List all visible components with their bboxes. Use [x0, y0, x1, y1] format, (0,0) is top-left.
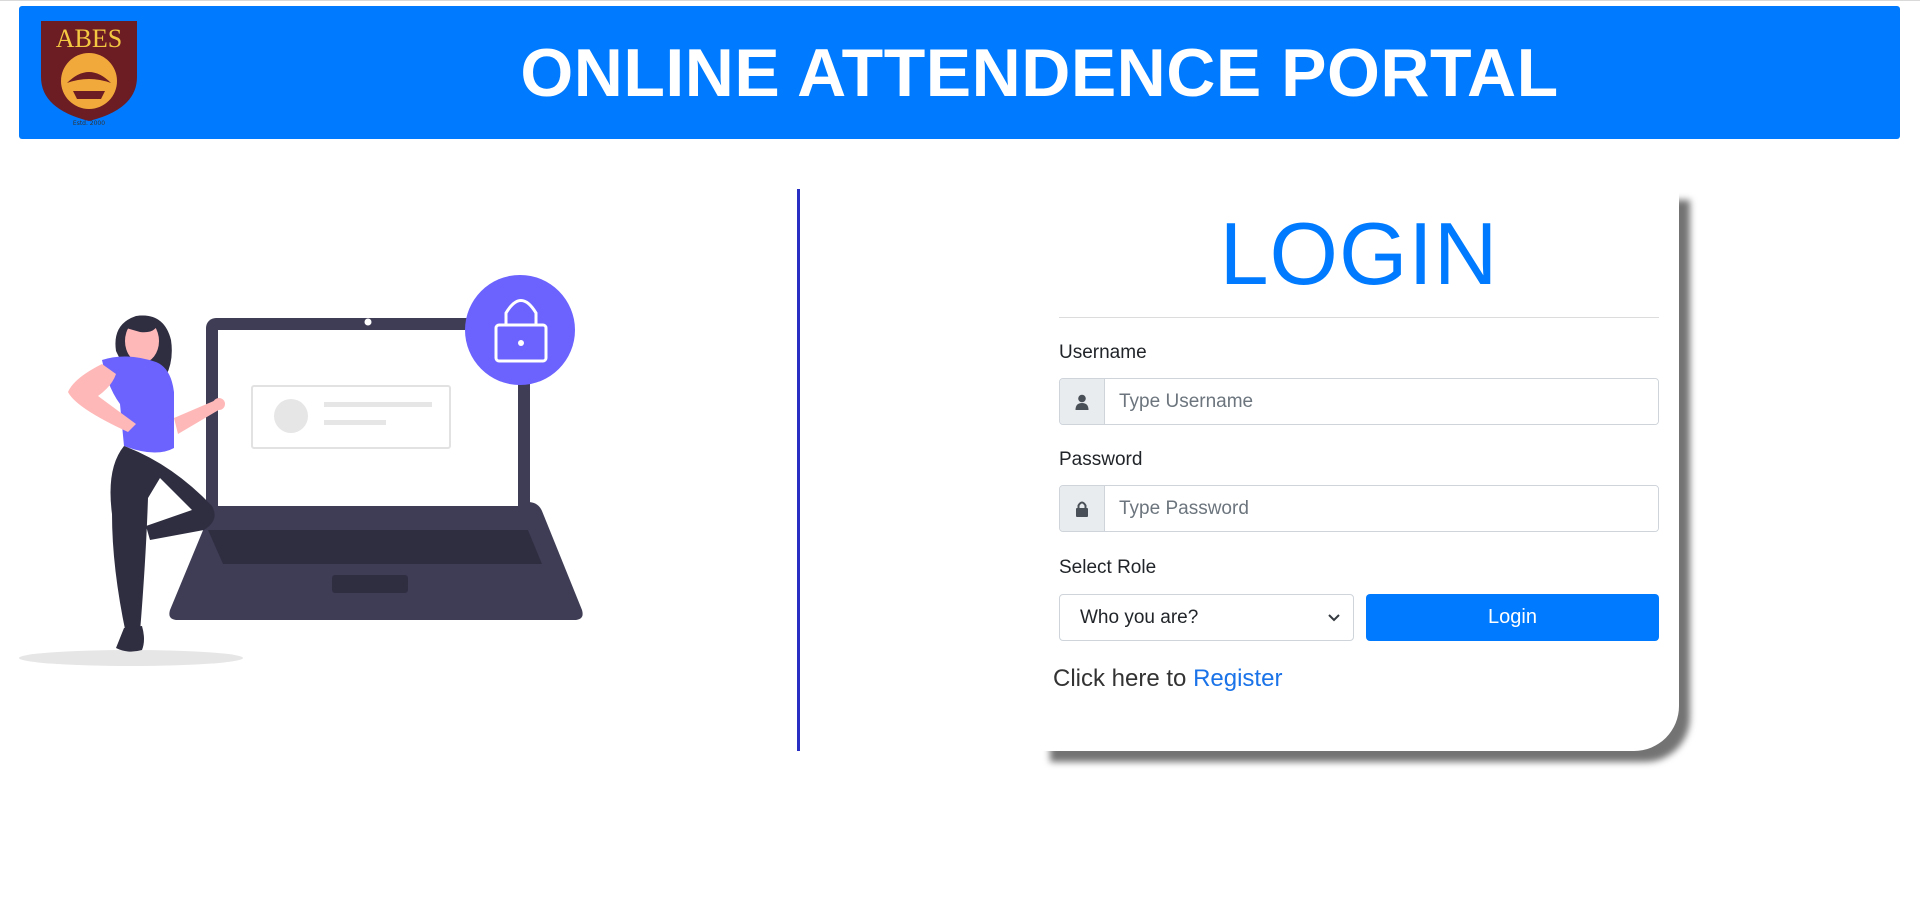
- username-input[interactable]: [1105, 379, 1658, 424]
- top-rule: [0, 0, 1920, 1]
- page-title: ONLINE ATTENDENCE PORTAL: [520, 34, 1559, 111]
- logo-text: ABES: [56, 24, 122, 53]
- user-icon: [1060, 379, 1105, 424]
- login-title: LOGIN: [1219, 204, 1499, 303]
- register-line: Click here to Register: [1053, 665, 1282, 693]
- login-illustration: [19, 275, 583, 666]
- chevron-down-icon: [1328, 614, 1340, 622]
- login-button[interactable]: Login: [1366, 594, 1659, 641]
- register-link[interactable]: Register: [1193, 665, 1282, 692]
- role-label: Select Role: [1059, 557, 1157, 578]
- login-card: LOGIN Username Password Select Role Who …: [1039, 189, 1679, 751]
- role-selected-value: Who you are?: [1080, 606, 1199, 628]
- title-divider: [1059, 317, 1659, 318]
- logo-subtext: Estd. 2000: [73, 120, 105, 127]
- role-select[interactable]: Who you are?: [1059, 594, 1354, 641]
- lock-icon: [1060, 486, 1105, 531]
- vertical-divider: [797, 189, 800, 751]
- header-banner: ONLINE ATTENDENCE PORTAL: [19, 6, 1900, 139]
- abes-logo: ABES Estd. 2000: [41, 21, 137, 127]
- register-prefix: Click here to: [1053, 665, 1187, 692]
- password-input-group: [1059, 485, 1659, 532]
- password-label: Password: [1059, 449, 1143, 470]
- username-label: Username: [1059, 342, 1147, 363]
- password-input[interactable]: [1105, 486, 1658, 531]
- username-input-group: [1059, 378, 1659, 425]
